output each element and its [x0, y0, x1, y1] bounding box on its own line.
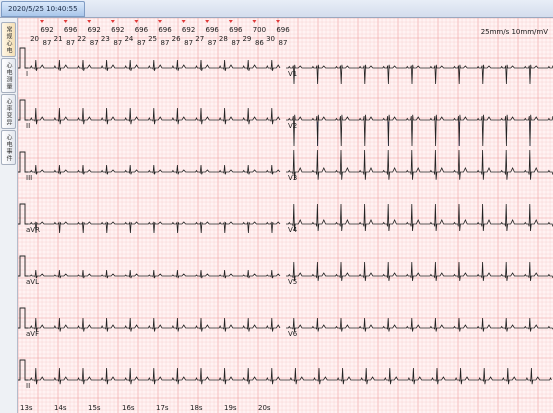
beat-heart-rate: 87	[137, 39, 146, 47]
lead-label-right: V4	[288, 226, 298, 234]
beat-heart-rate: 86	[255, 39, 264, 47]
beat-index: 20	[30, 35, 39, 43]
beat-marker	[63, 20, 68, 23]
beat-rr-interval: 692	[111, 26, 124, 34]
beat-heart-rate: 87	[231, 39, 240, 47]
beat-rr-interval: 696	[135, 26, 149, 34]
tab-ecg-measurement[interactable]: 心电测量	[1, 58, 16, 93]
time-tick-label: 15s	[88, 404, 101, 412]
tab-routine-ecg[interactable]: 常规心电	[1, 22, 16, 57]
lead-label-left: III	[26, 174, 32, 182]
beat-marker	[40, 20, 44, 23]
ecg-grid	[18, 18, 553, 413]
beat-index: 23	[101, 35, 110, 43]
beat-rr-interval: 696	[276, 26, 290, 34]
time-tick-label: 20s	[258, 404, 271, 412]
beat-index: 27	[195, 35, 204, 43]
beat-index: 21	[54, 35, 63, 43]
beat-index: 30	[266, 35, 275, 43]
lead-label-left: I	[26, 70, 28, 78]
beat-marker	[276, 20, 280, 23]
beat-heart-rate: 87	[184, 39, 193, 47]
beat-index: 25	[148, 35, 157, 43]
time-tick-label: 19s	[224, 404, 237, 412]
beat-rr-interval: 696	[158, 26, 172, 34]
lead-label-left: aVF	[26, 330, 39, 338]
beat-rr-interval: 700	[253, 26, 266, 34]
time-tick-label: 14s	[54, 404, 67, 412]
beat-marker	[158, 20, 162, 23]
beat-marker	[87, 20, 92, 23]
beat-marker	[110, 20, 115, 23]
beat-heart-rate: 87	[208, 39, 217, 47]
beat-index: 26	[172, 35, 181, 43]
record-datetime-tab[interactable]: 2020/5/25 10:40:55	[1, 1, 85, 17]
beat-rr-interval: 696	[229, 26, 243, 34]
beat-rr-interval: 692	[88, 26, 101, 34]
beat-rr-interval: 692	[40, 26, 53, 34]
lead-label-left: aVL	[26, 278, 39, 286]
title-bar: 2020/5/25 10:40:55	[0, 0, 553, 18]
tab-ecg-events[interactable]: 心电事件	[1, 130, 16, 165]
lead-label-left: aVR	[26, 226, 40, 234]
beat-marker	[181, 20, 186, 23]
lead-label-right: V3	[288, 174, 297, 182]
time-tick-label: 16s	[122, 404, 135, 412]
scale-readout: 25mm/s 10mm/mV	[481, 28, 548, 36]
beat-rr-interval: 696	[64, 26, 78, 34]
beat-marker	[252, 20, 257, 23]
beat-index: 24	[124, 35, 133, 43]
lead-label-left: II	[26, 382, 30, 390]
beat-heart-rate: 87	[161, 39, 170, 47]
beat-heart-rate: 87	[279, 39, 288, 47]
time-tick-label: 18s	[190, 404, 203, 412]
ecg-trace	[28, 367, 552, 385]
beat-heart-rate: 87	[43, 39, 52, 47]
sidebar: 常规心电 心电测量 心率变异 心电事件	[0, 18, 18, 413]
beat-marker	[228, 20, 233, 23]
lead-label-right: V2	[288, 122, 297, 130]
beat-index: 29	[242, 35, 251, 43]
lead-label-right: V6	[288, 330, 298, 338]
beat-heart-rate: 87	[90, 39, 99, 47]
tab-hrv[interactable]: 心率变异	[1, 94, 16, 129]
beat-rr-interval: 696	[206, 26, 220, 34]
ecg-canvas[interactable]: I V1II V2III V3aVR V4aVL V5aVF V6II 2069287 216…	[18, 18, 553, 413]
beat-heart-rate: 87	[113, 39, 122, 47]
lead-label-right: V5	[288, 278, 297, 286]
time-tick-label: 13s	[20, 404, 33, 412]
beat-heart-rate: 87	[66, 39, 75, 47]
beat-annotations: 2069287 2169687 2269287 2369287 2469687 25696…	[30, 20, 290, 47]
beat-rr-interval: 692	[182, 26, 195, 34]
time-tick-label: 17s	[156, 404, 169, 412]
beat-index: 28	[219, 35, 228, 43]
lead-label-right: V1	[288, 70, 297, 78]
time-axis: 13s 14s 15s 16s 17s 18s 19s 20s	[20, 404, 271, 412]
beat-index: 22	[77, 35, 86, 43]
lead-label-left: II	[26, 122, 30, 130]
ecg-display[interactable]: I V1 II V2 III V3 aVR V4 aVL V5 aVF V6 II 20 692 87 21 6…	[18, 18, 553, 413]
